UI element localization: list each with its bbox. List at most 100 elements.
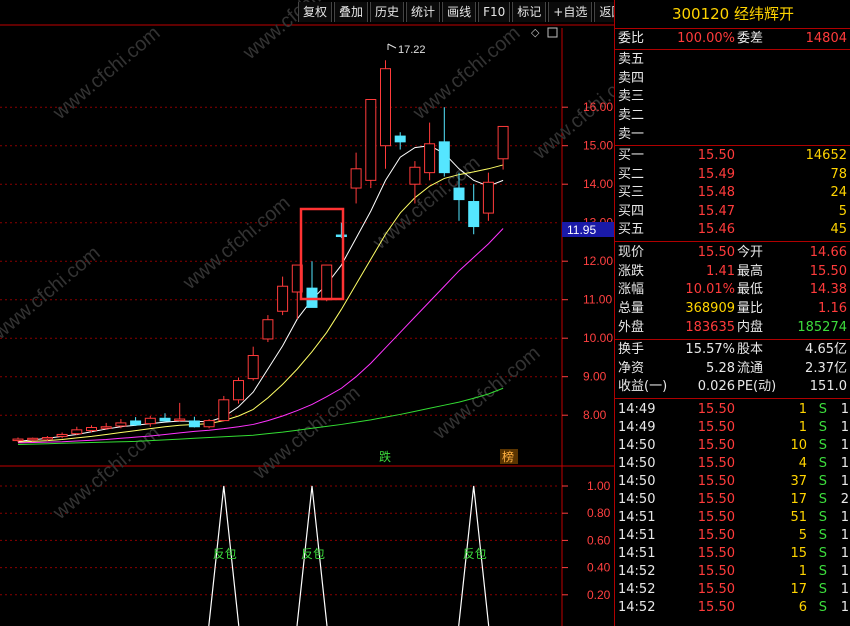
- candle: [130, 417, 142, 426]
- buy-level-label: 买二: [618, 166, 645, 182]
- tick-side: S: [818, 528, 827, 543]
- stat-value: 1.41: [706, 263, 735, 279]
- fin-row: 净资 5.28 流通 2.37亿: [615, 360, 850, 378]
- window-icon[interactable]: [547, 27, 558, 38]
- current-price-tag: 11.95: [562, 222, 614, 237]
- stat-value: 15.50: [809, 263, 847, 279]
- fin-label: 收益(一): [618, 379, 668, 395]
- toolbar-button-5[interactable]: F10: [478, 2, 511, 22]
- diamond-icon[interactable]: ◇: [531, 26, 540, 39]
- fin-label: 流通: [737, 360, 764, 376]
- buy-row: 买三 15.48 24: [615, 184, 850, 202]
- toolbar-button-0[interactable]: 复权: [298, 2, 333, 22]
- sell-level-label: 卖三: [618, 89, 645, 105]
- tick-row[interactable]: 14:50 15.50 37 S 1: [615, 473, 850, 491]
- tick-row[interactable]: 14:51 15.50 51 S 1: [615, 509, 850, 527]
- toolbar-button-6[interactable]: 标记: [512, 2, 547, 22]
- buy-row: 买五 15.46 45: [615, 221, 850, 239]
- weibi-label: 委比: [618, 31, 645, 46]
- tick-volume: 4: [798, 456, 807, 471]
- tick-price: 15.50: [697, 582, 735, 597]
- chart-corner-icons[interactable]: ◇: [531, 26, 558, 39]
- panel-separator: [615, 339, 850, 340]
- kline-chart-canvas[interactable]: www.cfchi.comwww.cfchi.comwww.cfchi.comw…: [0, 0, 614, 626]
- tick-time: 14:51: [618, 546, 656, 561]
- tick-row[interactable]: 14:51 15.50 15 S 1: [615, 545, 850, 563]
- fin-row: 收益(一) 0.026 PE(动) 151.0: [615, 378, 850, 396]
- tick-row[interactable]: 14:51 15.50 5 S 1: [615, 527, 850, 545]
- sell-level-label: 卖四: [618, 70, 645, 86]
- tick-time: 14:52: [618, 582, 656, 597]
- panel-separator: [615, 398, 850, 399]
- candle: [203, 419, 215, 429]
- tick-volume: 10: [790, 438, 807, 453]
- candle: [262, 315, 274, 343]
- chart-toolbar: 复权 叠加 历史 统计 画线 F10 标记 +自选 返回: [298, 2, 630, 24]
- tick-row[interactable]: 14:50 15.50 10 S 1: [615, 437, 850, 455]
- sell-row: 卖三: [615, 88, 850, 106]
- stat-label: 涨幅: [618, 282, 645, 298]
- price-axis-label: 10.00: [583, 331, 613, 345]
- watermark-text: www.cfchi.com: [428, 342, 544, 445]
- sell-row: 卖二: [615, 107, 850, 125]
- stock-title[interactable]: 300120 经纬辉开: [615, 0, 850, 29]
- tick-side: S: [818, 420, 827, 435]
- candle: [188, 416, 200, 428]
- tick-count: 1: [840, 546, 849, 561]
- tick-side: S: [818, 402, 827, 417]
- watermark-text: www.cfchi.com: [248, 382, 364, 485]
- buy-level-price: 15.48: [697, 185, 735, 200]
- tick-time: 14:50: [618, 438, 656, 453]
- watermark-text: www.cfchi.com: [48, 422, 164, 525]
- panel-separator: [615, 49, 850, 50]
- toolbar-button-7[interactable]: +自选: [548, 2, 593, 22]
- tick-count: 1: [840, 474, 849, 489]
- tick-count: 1: [840, 438, 849, 453]
- weicha-label: 委差: [737, 31, 764, 46]
- panel-separator: [615, 145, 850, 146]
- buy-level-volume: 45: [830, 222, 847, 237]
- buy-level-price: 15.50: [697, 148, 735, 163]
- tick-time: 14:50: [618, 456, 656, 471]
- price-axis-label: 12.00: [583, 254, 613, 268]
- tick-price: 15.50: [697, 456, 735, 471]
- watermark-text: www.cfchi.com: [48, 22, 164, 125]
- tick-row[interactable]: 14:52 15.50 17 S 1: [615, 581, 850, 599]
- buy-level-volume: 24: [830, 185, 847, 200]
- indicator-axis-label: 0.80: [587, 506, 611, 520]
- tick-side: S: [818, 456, 827, 471]
- tick-price: 15.50: [697, 564, 735, 579]
- buy-level-price: 15.49: [697, 166, 735, 182]
- tick-price: 15.50: [697, 438, 735, 453]
- fin-value: 151.0: [809, 379, 847, 395]
- tick-side: S: [818, 546, 827, 561]
- tick-row[interactable]: 14:52 15.50 6 S 1: [615, 599, 850, 617]
- toolbar-button-4[interactable]: 画线: [442, 2, 477, 22]
- sell-row: 卖一: [615, 126, 850, 144]
- indicator-label-fanbao: 反包: [463, 547, 487, 561]
- tick-row[interactable]: 14:50 15.50 17 S 2: [615, 491, 850, 509]
- buy-row: 买二 15.49 78: [615, 166, 850, 184]
- toolbar-button-1[interactable]: 叠加: [334, 2, 369, 22]
- tick-side: S: [818, 564, 827, 579]
- stat-label: 量比: [737, 301, 764, 317]
- tick-row[interactable]: 14:50 15.50 4 S 1: [615, 455, 850, 473]
- watermark-text: www.cfchi.com: [178, 192, 294, 295]
- tick-row[interactable]: 14:49 15.50 1 S 1: [615, 419, 850, 437]
- stat-label: 现价: [618, 245, 645, 260]
- toolbar-button-2[interactable]: 历史: [370, 2, 405, 22]
- tick-row[interactable]: 14:52 15.50 1 S 1: [615, 563, 850, 581]
- kline-chart-panel[interactable]: www.cfchi.com www.cfchi.com www.cfchi.com w…: [0, 0, 629, 626]
- tick-price: 15.50: [697, 492, 735, 507]
- tick-volume: 17: [790, 582, 807, 597]
- tick-volume: 15: [790, 546, 807, 561]
- stat-value: 14.38: [809, 282, 847, 298]
- tick-count: 1: [840, 564, 849, 579]
- marker-die: 跌: [379, 449, 391, 464]
- quote-panel: 300120 经纬辉开 委比 100.00% 委差 14804 卖五 卖四 卖三 卖二 卖一 买一…: [614, 0, 850, 626]
- stat-label: 外盘: [618, 319, 645, 335]
- toolbar-button-3[interactable]: 统计: [406, 2, 441, 22]
- stat-row: 外盘 183635 内盘 185274: [615, 319, 850, 337]
- indicator-axis-label: 0.20: [587, 588, 611, 602]
- tick-row[interactable]: 14:49 15.50 1 S 1: [615, 401, 850, 419]
